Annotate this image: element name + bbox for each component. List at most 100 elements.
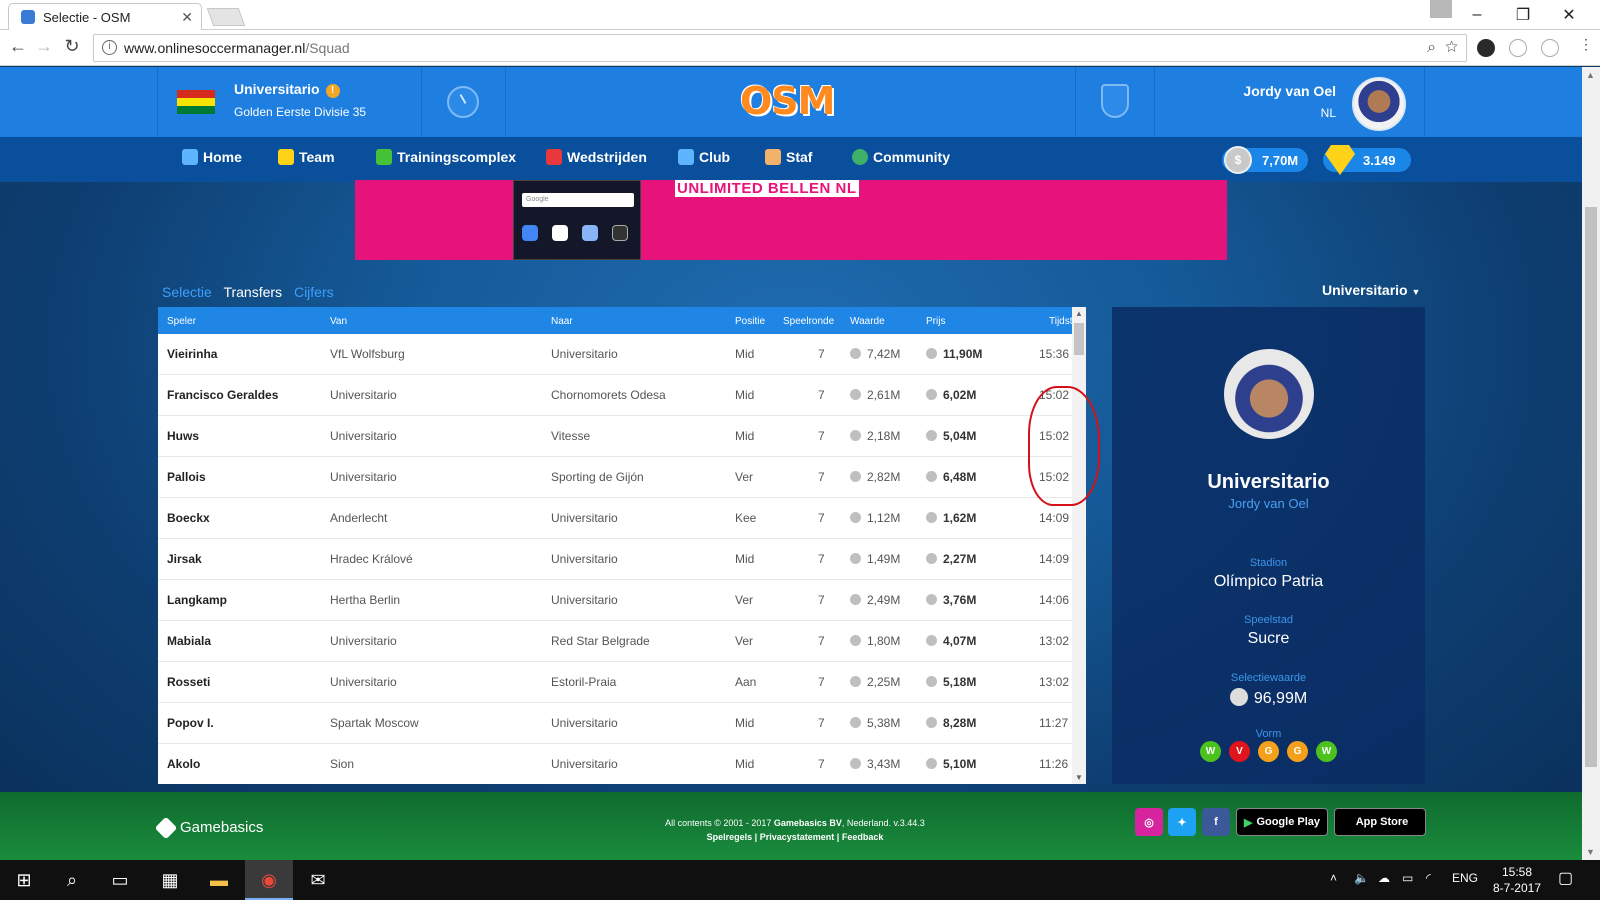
extension-search-icon[interactable] — [1509, 39, 1527, 57]
osm-logo[interactable]: OSM — [740, 79, 835, 123]
app-store-button[interactable]: App Store — [1334, 808, 1426, 836]
profile-icon[interactable] — [1430, 0, 1452, 18]
wifi-icon[interactable]: ◜ — [1426, 871, 1431, 885]
table-row[interactable]: Rosseti Universitario Estoril-Praia Aan 7 2,2… — [158, 662, 1072, 703]
close-window-button[interactable]: ✕ — [1546, 0, 1592, 30]
page-scroll-thumb[interactable] — [1585, 207, 1597, 767]
nav-club[interactable]: Club — [678, 149, 730, 165]
table-row[interactable]: Vieirinha VfL Wolfsburg Universitario Mid 7 7… — [158, 334, 1072, 375]
advertisement-banner[interactable]: Google UNLIMITED BELLEN NL — [355, 180, 1227, 260]
extension-osm-icon[interactable] — [1477, 39, 1495, 57]
cell-speler[interactable]: Langkamp — [167, 593, 227, 607]
page-scrollbar[interactable]: ▲ ▼ — [1582, 67, 1600, 860]
table-row[interactable]: Mabiala Universitario Red Star Belgrade Ver… — [158, 621, 1072, 662]
col-speler[interactable]: Speler — [167, 316, 196, 327]
browser-menu-icon[interactable]: ⋮ — [1574, 36, 1598, 53]
search-icon[interactable]: ⌕ — [60, 868, 84, 892]
tab-selectie[interactable]: Selectie — [162, 284, 212, 300]
zoom-icon[interactable]: ⌕ — [1427, 39, 1436, 56]
twitter-icon[interactable]: ✦ — [1168, 808, 1196, 836]
col-van[interactable]: Van — [330, 316, 347, 327]
col-tijdstip[interactable]: Tijdstip — [1049, 316, 1072, 327]
col-speelronde[interactable]: Speelronde — [783, 316, 834, 327]
cell-speler[interactable]: Boeckx — [167, 511, 210, 525]
form-badge[interactable]: W — [1200, 741, 1221, 762]
browser-tab[interactable]: Selectie - OSM ✕ — [8, 3, 202, 30]
minimize-button[interactable]: – — [1454, 0, 1500, 30]
form-badge[interactable]: W — [1316, 741, 1337, 762]
google-play-button[interactable]: ▶ Google Play — [1236, 808, 1328, 836]
table-row[interactable]: Langkamp Hertha Berlin Universitario Ver 7 2,… — [158, 580, 1072, 621]
cell-speler[interactable]: Vieirinha — [167, 347, 217, 361]
table-row[interactable]: Boeckx Anderlecht Universitario Kee 7 1,12M 1,… — [158, 498, 1072, 539]
url-input[interactable]: i www.onlinesoccermanager.nl/Squad ⌕ ☆ — [93, 34, 1467, 62]
cell-speler[interactable]: Akolo — [167, 757, 200, 771]
windows-start-icon[interactable]: ⊞ — [12, 868, 36, 892]
money-balance[interactable]: $7,70M — [1222, 146, 1308, 174]
calculator-icon[interactable]: ▦ — [158, 868, 182, 892]
form-badge[interactable]: G — [1287, 741, 1308, 762]
mail-icon[interactable]: ✉ — [306, 868, 330, 892]
notifications-icon[interactable]: ▢ — [1558, 868, 1573, 888]
form-badge[interactable]: G — [1258, 741, 1279, 762]
instagram-icon[interactable]: ◎ — [1135, 808, 1163, 836]
nav-home[interactable]: Home — [182, 149, 242, 165]
new-tab-button[interactable] — [206, 8, 246, 26]
tab-transfers[interactable]: Transfers — [223, 284, 282, 300]
back-icon[interactable]: ← — [6, 36, 30, 57]
restore-button[interactable]: ❐ — [1500, 0, 1546, 30]
extension-block-icon[interactable] — [1541, 39, 1559, 57]
table-row[interactable]: Jirsak Hradec Králové Universitario Mid 7 1,4… — [158, 539, 1072, 580]
form-badge[interactable]: V — [1229, 741, 1250, 762]
link-feedback[interactable]: Feedback — [842, 832, 884, 842]
col-naar[interactable]: Naar — [551, 316, 573, 327]
col-prijs[interactable]: Prijs — [926, 316, 945, 327]
nav-team[interactable]: Team — [278, 149, 335, 165]
system-clock[interactable]: 15:58 8-7-2017 — [1492, 864, 1542, 896]
cell-speler[interactable]: Huws — [167, 429, 199, 443]
table-row[interactable]: Akolo Sion Universitario Mid 7 3,43M 5,10M 11:2… — [158, 744, 1072, 784]
user-profile[interactable]: Jordy van Oel NL — [1155, 67, 1425, 137]
club-info[interactable]: Universitario! Golden Eerste Divisie 35 — [157, 67, 422, 137]
scroll-down-icon[interactable]: ▼ — [1586, 847, 1595, 857]
cell-speler[interactable]: Jirsak — [167, 552, 202, 566]
info-icon[interactable]: i — [102, 40, 117, 55]
task-view-icon[interactable]: ▭ — [108, 868, 132, 892]
col-positie[interactable]: Positie — [735, 316, 765, 327]
scroll-thumb[interactable] — [1074, 323, 1084, 355]
panel-owner[interactable]: Jordy van Oel — [1112, 496, 1425, 511]
onedrive-icon[interactable]: ☁ — [1378, 871, 1390, 885]
nav-trainingscomplex[interactable]: Trainingscomplex — [376, 149, 516, 165]
tab-cijfers[interactable]: Cijfers — [294, 284, 334, 300]
cell-speler[interactable]: Popov I. — [167, 716, 214, 730]
language-indicator[interactable]: ENG — [1452, 871, 1478, 885]
clock-block[interactable] — [422, 67, 506, 137]
nav-wedstrijden[interactable]: Wedstrijden — [546, 149, 647, 165]
club-dropdown[interactable]: Universitario ▼ — [1322, 282, 1420, 298]
cell-speler[interactable]: Rosseti — [167, 675, 210, 689]
shield-block[interactable] — [1075, 67, 1155, 137]
table-row[interactable]: Popov I. Spartak Moscow Universitario Mid 7 5… — [158, 703, 1072, 744]
table-row[interactable]: Pallois Universitario Sporting de Gijón Ver… — [158, 457, 1072, 498]
table-scrollbar[interactable]: ▲ ▼ — [1072, 307, 1086, 784]
file-explorer-icon[interactable]: ▬ — [207, 868, 231, 892]
reload-icon[interactable]: ↻ — [60, 36, 84, 57]
warning-icon[interactable]: ! — [325, 84, 340, 98]
link-spelregels[interactable]: Spelregels — [707, 832, 753, 842]
scroll-up-icon[interactable]: ▲ — [1075, 309, 1083, 318]
facebook-icon[interactable]: f — [1202, 808, 1230, 836]
cell-speler[interactable]: Pallois — [167, 470, 206, 484]
cell-speler[interactable]: Mabiala — [167, 634, 211, 648]
col-waarde[interactable]: Waarde — [850, 316, 885, 327]
table-row[interactable]: Huws Universitario Vitesse Mid 7 2,18M 5,04M 15… — [158, 416, 1072, 457]
tab-close-icon[interactable]: ✕ — [181, 9, 193, 26]
nav-staf[interactable]: Staf — [765, 149, 812, 165]
scroll-down-icon[interactable]: ▼ — [1075, 773, 1083, 782]
link-privacy[interactable]: Privacystatement — [760, 832, 835, 842]
battery-icon[interactable]: ▭ — [1402, 871, 1413, 885]
gamebasics-logo[interactable]: Gamebasics — [154, 816, 263, 839]
volume-icon[interactable]: 🔈 — [1354, 871, 1369, 885]
tray-chevron-icon[interactable]: ˄ — [1330, 871, 1337, 885]
coins-balance[interactable]: 3.149 — [1323, 145, 1411, 175]
nav-community[interactable]: Community — [852, 149, 950, 165]
